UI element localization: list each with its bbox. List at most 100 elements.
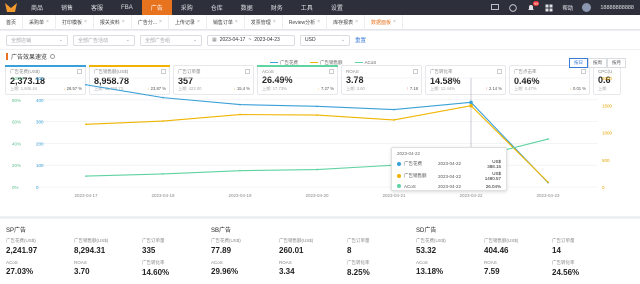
help-link[interactable]: 帮助: [562, 4, 573, 12]
nav-item[interactable]: 销售: [52, 0, 82, 15]
legend-item[interactable]: 广告销售额: [310, 60, 343, 66]
tooltip-row: ACoS 2023-04-22 26.04%: [397, 184, 501, 189]
grid-icon[interactable]: [544, 3, 553, 12]
legend-marker: [354, 62, 363, 64]
info-icon[interactable]: [50, 54, 56, 59]
subnav-tab-label: Review分析: [288, 19, 316, 26]
shop-select[interactable]: 全部店铺 ⌄: [6, 34, 68, 46]
tooltip-title: 2023-04-22: [397, 151, 421, 156]
data-point: [316, 105, 318, 108]
nav-item[interactable]: 采购: [172, 0, 202, 15]
subnav-tab[interactable]: 采购单 ×: [23, 14, 56, 30]
close-icon[interactable]: ×: [355, 19, 358, 25]
close-icon[interactable]: ×: [273, 19, 276, 25]
subnav-tab[interactable]: 销售订单 ×: [207, 14, 245, 30]
subnav-tab[interactable]: 首页: [0, 14, 24, 30]
subnav-tab-label: 数据面板: [371, 19, 392, 26]
summary-label: ACoS: [6, 260, 18, 265]
nav-item[interactable]: 商品: [22, 0, 52, 15]
summary-value: 53.32: [416, 246, 437, 255]
nav-item[interactable]: FBA: [112, 0, 142, 15]
series-dot: [397, 161, 401, 166]
nav-item[interactable]: 客服: [82, 0, 112, 15]
nav-item[interactable]: 财务: [262, 0, 292, 15]
monitor-icon[interactable]: [490, 3, 499, 12]
summary-label: 广告转化率: [142, 260, 165, 265]
tab-bar: 首页 采购单 × 打印模板 × 报关资料 × 广告分... × 上传记录 × 销售订单 × 发票管理 × Re…: [0, 14, 640, 30]
close-icon[interactable]: ×: [46, 19, 49, 25]
data-point: [469, 103, 473, 108]
summary-label: 广告订单量: [142, 238, 165, 243]
close-icon[interactable]: ×: [122, 19, 125, 25]
subnav-tab[interactable]: Review分析 ×: [283, 14, 328, 30]
legend-label: ACoS: [364, 60, 377, 65]
close-icon[interactable]: ×: [235, 19, 238, 25]
summary-metric: 广告转化率 24.56%: [552, 260, 620, 282]
avatar[interactable]: [582, 3, 592, 12]
nav-item[interactable]: 广告: [141, 0, 172, 15]
pct-axis-tick: 40%: [12, 141, 21, 146]
currency-select[interactable]: USD ⌄: [300, 34, 350, 46]
summary-value: 8.25%: [347, 268, 370, 277]
nav-item[interactable]: 工具: [292, 0, 322, 15]
close-icon[interactable]: ×: [197, 19, 200, 25]
summary-metric: 广告花费(US$) 2,241.97: [6, 238, 74, 260]
subnav-tab[interactable]: 广告分... ×: [132, 14, 169, 30]
summary-label: 广告花费(US$): [416, 238, 446, 243]
nav-item[interactable]: 仓库: [202, 0, 232, 15]
reset-button[interactable]: 重置: [355, 36, 366, 44]
adgroup-select-label: 全部广告组: [145, 37, 171, 44]
currency-label: USD: [305, 37, 316, 43]
subnav-tab[interactable]: 库存报表 ×: [327, 14, 365, 30]
nav-item[interactable]: 设置: [322, 0, 352, 15]
subnav-tab[interactable]: 报关资料 ×: [94, 14, 132, 30]
bell-icon[interactable]: 99: [526, 1, 540, 12]
data-point: [162, 173, 164, 175]
subnav-tab[interactable]: 上传记录 ×: [169, 14, 207, 30]
granularity-option[interactable]: 按周: [588, 58, 607, 68]
summary-value: 8,294.31: [74, 246, 106, 255]
summary-label: ROAS: [279, 260, 292, 265]
card-accent-line: [5, 65, 86, 67]
summary-value: 3.70: [74, 267, 90, 276]
campaign-select[interactable]: 全部广告活动 ⌄: [73, 34, 135, 46]
summary-label: 广告订单量: [347, 238, 370, 243]
data-point: [85, 83, 87, 86]
summary-label: ACoS: [416, 260, 428, 265]
close-icon[interactable]: ×: [393, 19, 396, 25]
tooltip-value: 26.04%: [485, 183, 501, 189]
username[interactable]: 18888888888: [600, 5, 634, 11]
tooltip-date: 2023-04-22: [438, 183, 462, 189]
data-point: [393, 108, 395, 111]
summary-label: ACoS: [211, 260, 223, 265]
granularity-option[interactable]: 按月: [607, 58, 626, 68]
calendar-icon: ▦: [212, 37, 217, 43]
subnav-tab[interactable]: 发票管理 ×: [245, 14, 283, 30]
subnav-tab[interactable]: 打印模板 ×: [56, 14, 94, 30]
adgroup-select[interactable]: 全部广告组 ⌄: [140, 34, 202, 46]
date-range-picker[interactable]: ▦ 2023-04-17 ~ 2023-04-23: [207, 34, 295, 46]
x-axis-tick: 2023-04-23: [536, 193, 560, 198]
summary-metric: 广告销售额(US$) 260.01: [279, 238, 347, 260]
legend-item[interactable]: ACoS: [354, 60, 377, 66]
x-axis-tick: 2023-04-19: [228, 193, 252, 198]
pct-axis-tick: 60%: [12, 120, 21, 125]
subnav-tab-label: 采购单: [29, 19, 45, 26]
close-icon[interactable]: ×: [84, 19, 87, 25]
close-icon[interactable]: ×: [317, 19, 320, 25]
logo[interactable]: [0, 0, 22, 15]
panel-title: 广告效果速览: [6, 52, 56, 61]
summary-label: 广告花费(US$): [6, 238, 36, 243]
subnav-tab-label: 报关资料: [99, 19, 120, 26]
data-point: [393, 119, 395, 121]
nav-item[interactable]: 数据: [232, 0, 262, 15]
title-accent: [6, 53, 8, 60]
summary-metric: ROAS 3.34: [279, 260, 347, 282]
close-icon[interactable]: ×: [159, 19, 162, 25]
legend-item[interactable]: 广告花费: [270, 60, 298, 66]
legend-marker: [270, 62, 278, 64]
language-icon[interactable]: [508, 3, 517, 12]
granularity-option[interactable]: 按日: [569, 58, 588, 68]
subnav-tab[interactable]: 数据面板 ×: [365, 14, 403, 30]
filter-bar: 全部店铺 ⌄ 全部广告活动 ⌄ 全部广告组 ⌄ ▦ 2023-04-17 ~ 2023…: [0, 31, 640, 49]
